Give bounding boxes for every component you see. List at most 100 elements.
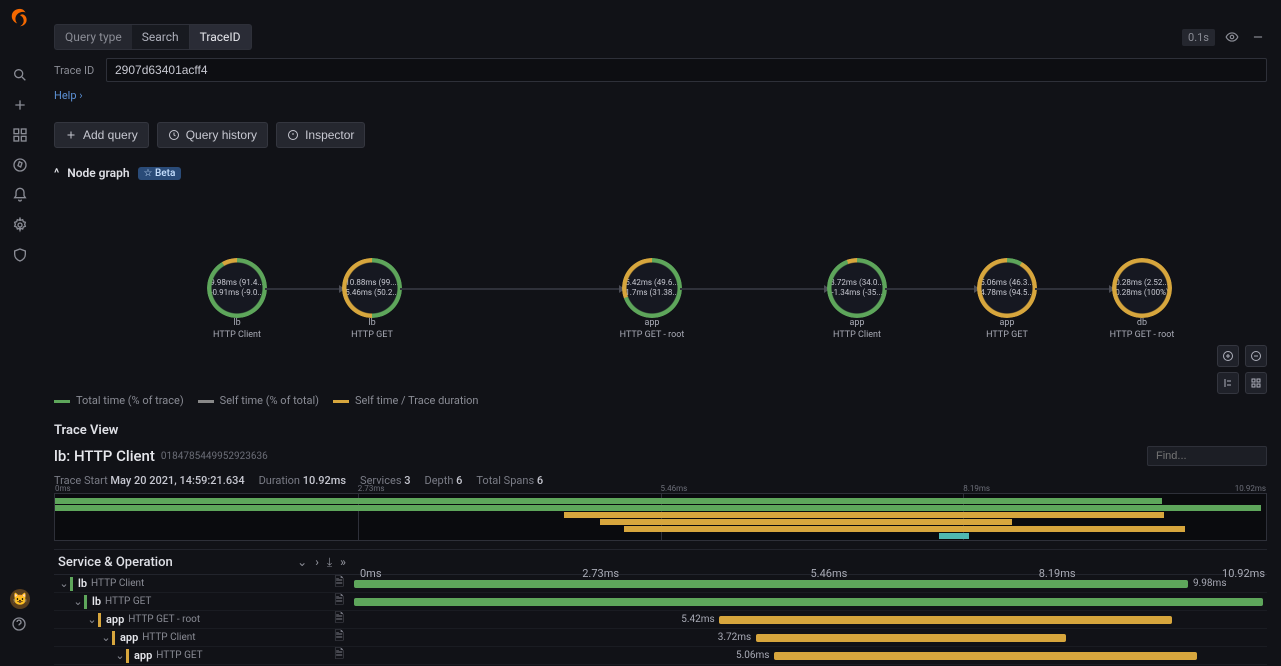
node-graph-canvas[interactable]: 9.98ms (91.4...-0.91ms (-9.0...lbHTTP Cl… <box>54 180 1267 390</box>
chevron-down-icon[interactable]: ⌄ <box>86 613 98 626</box>
beta-badge: ☆ Beta <box>138 167 182 180</box>
sidebar-bottom: 😺 <box>10 583 30 639</box>
legend-self: Self time (% of total) <box>220 394 319 407</box>
graph-node[interactable]: 3.72ms (34.0...-1.34ms (-35... <box>829 260 885 316</box>
service-color-badge <box>70 577 73 591</box>
span-duration-label: 5.06ms <box>736 650 769 661</box>
eye-icon[interactable] <box>1223 28 1241 46</box>
graph-node[interactable]: 5.06ms (46.3...4.78ms (94.5... <box>979 260 1035 316</box>
graph-node[interactable]: 0.28ms (2.52...0.28ms (100%) <box>1114 260 1170 316</box>
service-name: app <box>120 631 138 644</box>
add-query-button[interactable]: Add query <box>54 122 149 148</box>
query-actions: Add query Query history Inspector <box>54 122 1267 148</box>
span-details-icon[interactable]: 🗎 <box>334 645 344 666</box>
collapse-one-icon[interactable]: ⤓ <box>327 555 332 570</box>
tree-controls: ⌄ › ⤓ » <box>297 555 354 570</box>
mm-tick: 10.92ms <box>1235 484 1266 493</box>
chevron-up-icon: ^ <box>54 166 59 180</box>
operation-name: HTTP Client <box>91 578 144 589</box>
node-label: appHTTP Client <box>797 318 917 341</box>
span-row[interactable]: ⌄ app HTTP GET 🗎5.06ms <box>54 647 1267 665</box>
node-stat-total: 5.06ms (46.3... <box>980 278 1033 288</box>
trace-header: lb: HTTP Client 0184785449952923636 <box>54 446 1267 466</box>
span-track: 9.98ms <box>354 575 1267 592</box>
node-stat-total: 3.72ms (34.0... <box>830 278 883 288</box>
chevron-down-icon[interactable]: ⌄ <box>114 649 126 662</box>
layout-grid-button[interactable] <box>1245 372 1267 394</box>
remove-query-icon[interactable] <box>1249 28 1267 46</box>
operation-name: HTTP Client <box>142 632 195 643</box>
node-stat-total: 0.28ms (2.52... <box>1115 278 1168 288</box>
graph-node[interactable]: 9.98ms (91.4...-0.91ms (-9.0... <box>209 260 265 316</box>
node-label: dbHTTP GET - root <box>1082 318 1202 341</box>
tab-traceid[interactable]: TraceID <box>190 24 252 50</box>
app-sidebar: 😺 <box>0 0 40 649</box>
graph-node[interactable]: 10.88ms (99....5.46ms (50.2... <box>344 260 400 316</box>
span-bar[interactable] <box>354 580 1188 588</box>
service-color-badge <box>98 613 101 627</box>
mm-tick: 8.19ms <box>963 484 990 493</box>
trace-id-input[interactable] <box>106 58 1267 82</box>
span-bar[interactable] <box>756 634 1066 642</box>
span-track <box>354 593 1267 610</box>
find-input[interactable] <box>1147 446 1267 466</box>
query-status: 0.1s <box>1182 28 1267 46</box>
chevron-down-icon[interactable]: ⌄ <box>72 595 84 608</box>
zoom-out-button[interactable] <box>1245 345 1267 367</box>
graph-edge <box>885 288 979 290</box>
graph-edge <box>680 288 829 290</box>
layout-tree-button[interactable] <box>1217 372 1239 394</box>
inspector-button[interactable]: Inspector <box>276 122 365 148</box>
trace-name: lb: HTTP Client <box>54 447 155 465</box>
node-graph-title: Node graph <box>67 166 129 180</box>
gear-icon[interactable] <box>11 216 29 234</box>
tab-search[interactable]: Search <box>132 24 190 50</box>
span-track: 5.42ms <box>354 611 1267 628</box>
node-stat-total: 10.88ms (99.... <box>345 278 398 288</box>
help-icon[interactable] <box>10 615 28 633</box>
alert-icon[interactable] <box>11 186 29 204</box>
node-graph-legend: Total time (% of trace) Self time (% of … <box>54 394 1267 407</box>
graph-edge <box>400 288 624 290</box>
chevron-down-icon[interactable]: ⌄ <box>58 577 70 590</box>
service-name: lb <box>78 577 87 590</box>
node-stat-total: 5.42ms (49.6... <box>625 278 678 288</box>
plus-icon[interactable] <box>11 96 29 114</box>
zoom-in-button[interactable] <box>1217 345 1239 367</box>
span-duration-label: 5.42ms <box>681 614 714 625</box>
span-duration-label: 9.98ms <box>1193 578 1226 589</box>
collapse-all-icon[interactable]: ⌄ <box>297 555 307 570</box>
chevron-down-icon[interactable]: ⌄ <box>100 631 112 644</box>
span-bar[interactable] <box>774 652 1197 660</box>
node-label: appHTTP GET - root <box>592 318 712 341</box>
help-link[interactable]: Help › <box>54 89 83 102</box>
span-bar[interactable] <box>354 598 1263 606</box>
avatar[interactable]: 😺 <box>10 589 30 609</box>
legend-selftrace: Self time / Trace duration <box>355 394 479 407</box>
service-name: lb <box>92 595 101 608</box>
service-color-badge <box>84 595 87 609</box>
search-icon[interactable] <box>11 66 29 84</box>
graph-node[interactable]: 5.42ms (49.6...1.7ms (31.38... <box>624 260 680 316</box>
dashboards-icon[interactable] <box>11 126 29 144</box>
trace-id-label: Trace ID <box>54 64 106 77</box>
node-stat-self: -0.91ms (-9.0... <box>210 288 263 298</box>
shield-icon[interactable] <box>11 246 29 264</box>
graph-edge <box>265 288 344 290</box>
operation-name: HTTP GET <box>156 650 202 661</box>
explore-icon[interactable] <box>11 156 29 174</box>
grafana-logo[interactable] <box>8 6 32 30</box>
service-color-badge <box>112 631 115 645</box>
legend-total: Total time (% of trace) <box>76 394 184 407</box>
node-stat-self: 0.28ms (100%) <box>1115 288 1169 298</box>
span-bar[interactable] <box>719 616 1172 624</box>
mm-tick: 2.73ms <box>358 484 385 493</box>
node-graph-header[interactable]: ^ Node graph ☆ Beta <box>54 166 1267 180</box>
mm-tick: 0ms <box>55 484 71 493</box>
expand-all-icon[interactable]: » <box>340 555 346 570</box>
node-label: lbHTTP Client <box>177 318 297 341</box>
trace-minimap[interactable]: 0ms 2.73ms 5.46ms 8.19ms 10.92ms <box>54 493 1267 541</box>
expand-one-icon[interactable]: › <box>315 555 319 570</box>
query-history-button[interactable]: Query history <box>157 122 268 148</box>
span-duration-label: 3.72ms <box>718 632 751 643</box>
